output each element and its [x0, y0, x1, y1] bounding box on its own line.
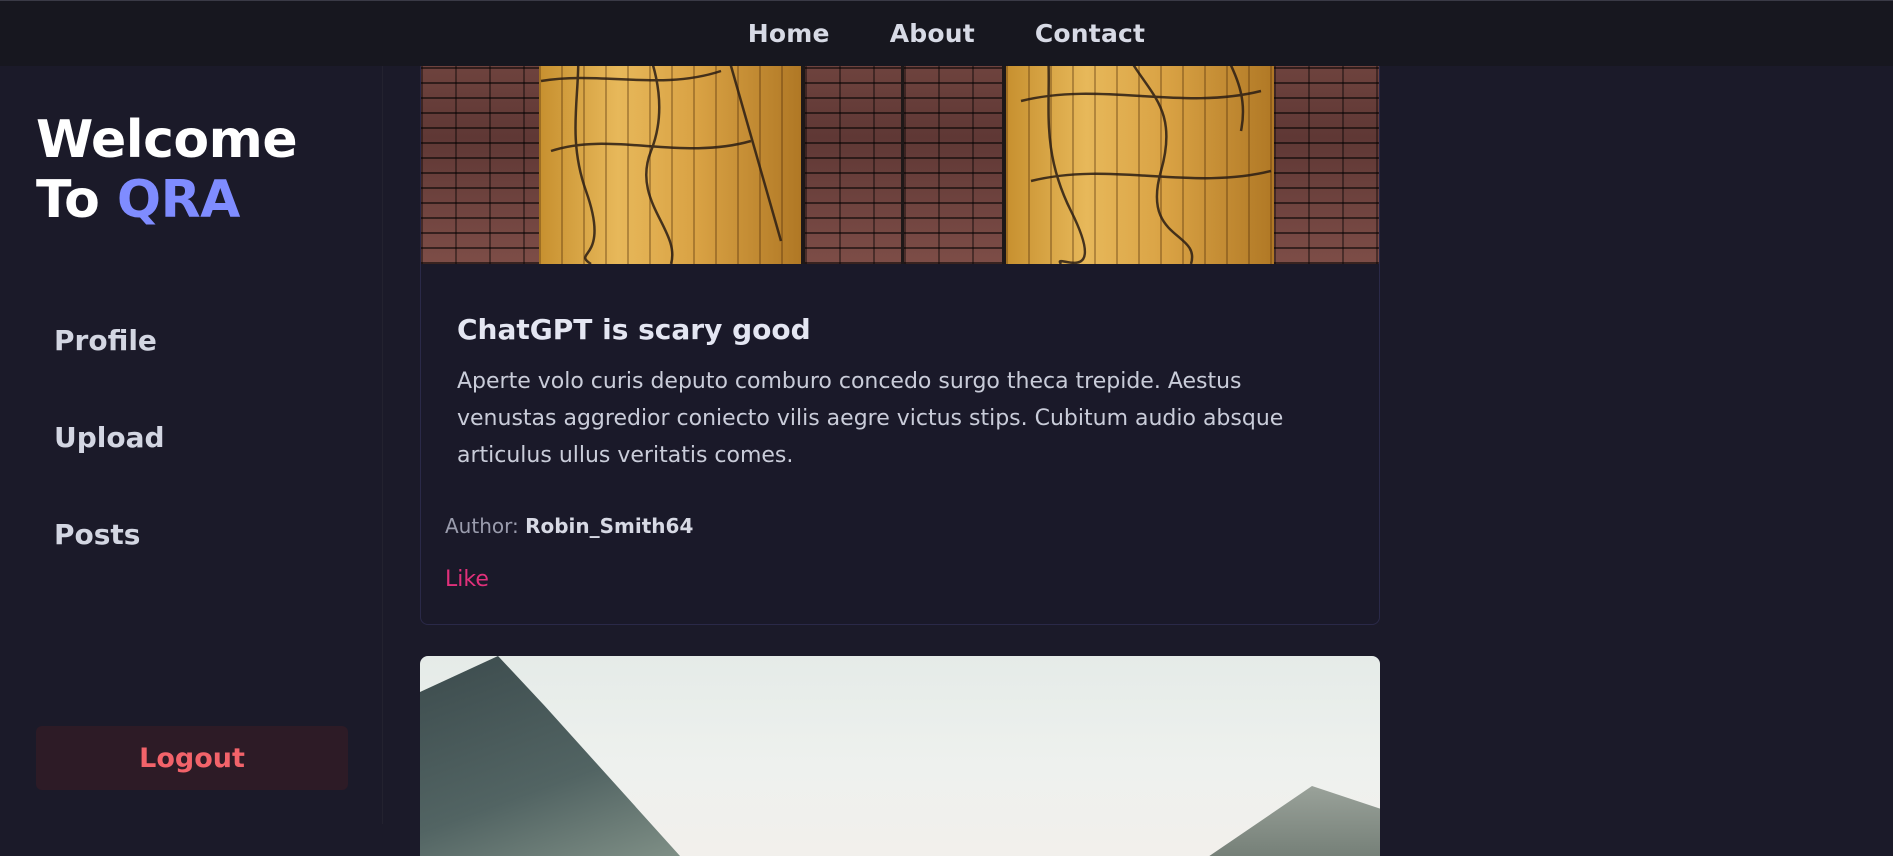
nav-link-about[interactable]: About	[890, 19, 975, 48]
post-body: Aperte volo curis deputo comburo concedo…	[457, 369, 1284, 468]
post-image-hill	[1180, 786, 1380, 856]
brand-line2-prefix: To	[36, 170, 117, 230]
logout-button[interactable]: Logout	[36, 726, 348, 790]
post-title: ChatGPT is scary good	[457, 313, 811, 346]
like-button[interactable]: Like	[445, 567, 489, 592]
author-name[interactable]: Robin_Smith64	[525, 514, 693, 538]
sidebar-item-posts[interactable]: Posts	[54, 518, 140, 551]
author-label: Author:	[445, 514, 519, 538]
nav-link-contact[interactable]: Contact	[1035, 19, 1145, 48]
brand-title: Welcome To QRA	[36, 110, 298, 230]
top-navigation: Home About Contact	[0, 0, 1893, 66]
sidebar: Welcome To QRA Profile Upload Posts Logou…	[0, 66, 383, 824]
post-image-mountain	[420, 656, 680, 856]
sidebar-item-upload[interactable]: Upload	[54, 421, 165, 454]
brand-accent: QRA	[116, 170, 241, 230]
post-card-next	[420, 656, 1380, 856]
sidebar-item-profile[interactable]: Profile	[54, 324, 157, 357]
post-author: Author: Robin_Smith64	[445, 514, 693, 538]
nav-link-home[interactable]: Home	[748, 19, 830, 48]
brand-line1: Welcome	[36, 110, 298, 170]
post-card: ChatGPT is scary good Aperte volo curis …	[420, 10, 1380, 625]
